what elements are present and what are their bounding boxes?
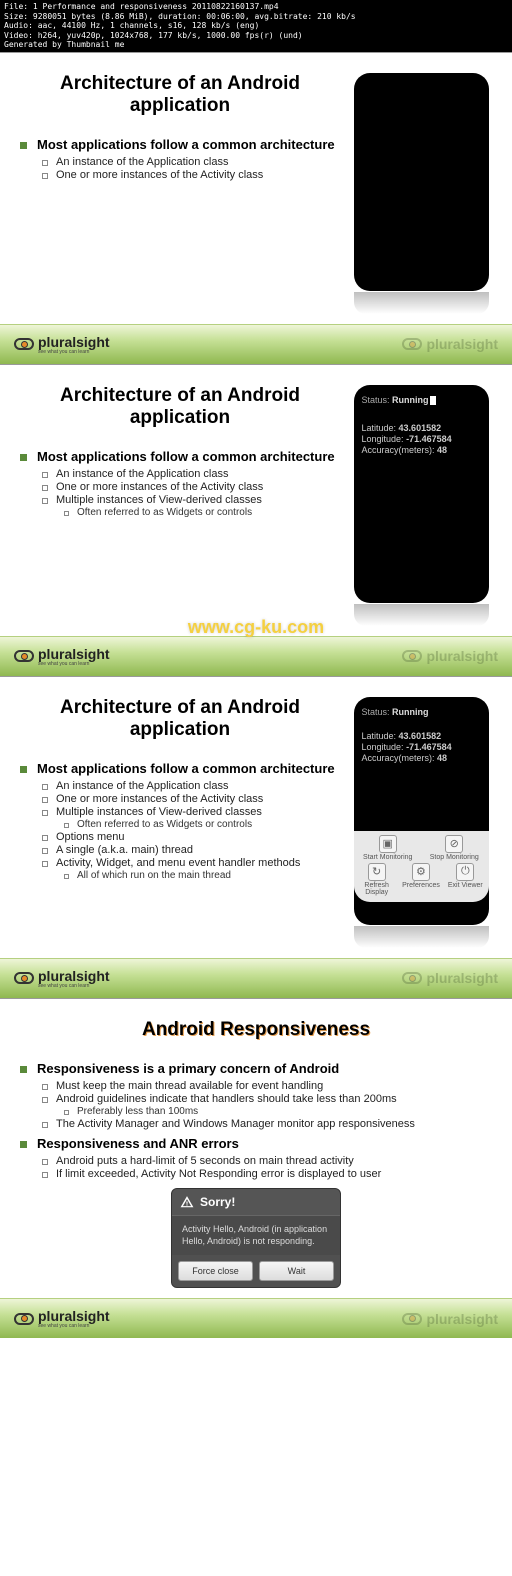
bullet-main: Responsiveness is a primary concern of A… [20,1061,492,1076]
dialog-body: Activity Hello, Android (in application … [172,1216,340,1255]
device-status: Status: Running [362,395,481,405]
slide-title: Android Responsiveness [20,1019,492,1041]
dialog-header: Sorry! [172,1189,340,1216]
bullet-sub: An instance of the Application class [42,468,340,480]
device-lon: Longitude: -71.467584 [362,742,481,752]
bullet-main: Most applications follow a common archit… [20,137,340,152]
wait-button[interactable]: Wait [259,1261,334,1281]
slide-3: Architecture of an Android application M… [0,676,512,998]
bullet-sub: One or more instances of the Activity cl… [42,481,340,493]
slide-2: Architecture of an Android application M… [0,364,512,676]
warning-icon [180,1195,194,1209]
bullet-sub2: All of which run on the main thread [64,870,340,881]
bullet-sub: The Activity Manager and Windows Manager… [42,1118,492,1130]
meta-file: File: 1 Performance and responsiveness 2… [4,2,508,12]
eye-icon [402,338,422,350]
slide-4: Android Responsiveness Responsiveness is… [0,998,512,1338]
device-mockup-running: Status: Running Latitude: 43.601582 Long… [354,385,489,603]
anr-dialog: Sorry! Activity Hello, Android (in appli… [171,1188,341,1288]
stop-icon: ⊘ [445,835,463,853]
device-lon: Longitude: -71.467584 [362,434,481,444]
bullet-main: Responsiveness and ANR errors [20,1136,492,1151]
bullet-sub: Must keep the main thread available for … [42,1080,492,1092]
bullet-sub: An instance of the Application class [42,156,340,168]
meta-video: Video: h264, yuv420p, 1024x768, 177 kb/s… [4,31,508,41]
file-metadata-header: File: 1 Performance and responsiveness 2… [0,0,512,52]
device-reflection [354,926,489,948]
slide-1: Architecture of an Android application M… [0,52,512,364]
bullet-main: Most applications follow a common archit… [20,449,340,464]
meta-size: Size: 9280051 bytes (8.86 MiB), duration… [4,12,508,22]
refresh-icon: ↻ [368,863,386,881]
bullet-sub: Multiple instances of View-derived class… [42,806,340,818]
brand-watermark: pluralsight [402,970,498,986]
bullet-sub2: Often referred to as Widgets or controls [64,819,340,830]
slide-title: Architecture of an Android application [20,385,340,429]
bullet-sub: Android puts a hard-limit of 5 seconds o… [42,1155,492,1167]
eye-icon [14,650,34,662]
bullet-sub2: Preferably less than 100ms [64,1106,492,1117]
exit-viewer-button[interactable]: ⏻Exit Viewer [444,863,486,896]
eye-icon [14,338,34,350]
slide-footer: pluralsightsee what you can learn plural… [0,324,512,364]
slide-title: Architecture of an Android application [20,697,340,741]
meta-audio: Audio: aac, 44100 Hz, 1 channels, s16, 1… [4,21,508,31]
gear-icon: ⚙ [412,863,430,881]
power-icon: ⏻ [456,863,474,881]
bullet-sub: A single (a.k.a. main) thread [42,844,340,856]
bullet-sub: One or more instances of the Activity cl… [42,169,340,181]
device-lat: Latitude: 43.601582 [362,731,481,741]
slide-footer: pluralsightsee what you can learn plural… [0,636,512,676]
device-status: Status: Running [362,707,481,717]
force-close-button[interactable]: Force close [178,1261,253,1281]
eye-icon [14,972,34,984]
device-reflection [354,292,489,314]
brand-watermark: pluralsight [402,1311,498,1327]
cursor-icon [430,396,436,405]
device-mockup-blank [354,73,489,291]
brand-logo: pluralsightsee what you can learn [14,968,110,989]
bullet-sub: If limit exceeded, Activity Not Respondi… [42,1168,492,1180]
bullet-sub: One or more instances of the Activity cl… [42,793,340,805]
bullet-sub: Android guidelines indicate that handler… [42,1093,492,1105]
slide-footer: pluralsightsee what you can learn plural… [0,958,512,998]
bullet-sub2: Often referred to as Widgets or controls [64,507,340,518]
start-monitoring-button[interactable]: ▣Start Monitoring [356,835,421,861]
device-mockup-menu: Status: Running Latitude: 43.601582 Long… [354,697,489,925]
device-lat: Latitude: 43.601582 [362,423,481,433]
device-acc: Accuracy(meters): 48 [362,753,481,763]
bullet-sub: Activity, Widget, and menu event handler… [42,857,340,869]
bullet-sub: Multiple instances of View-derived class… [42,494,340,506]
slide-title: Architecture of an Android application [20,73,340,117]
refresh-display-button[interactable]: ↻Refresh Display [356,863,398,896]
slide-footer: pluralsightsee what you can learn plural… [0,1298,512,1338]
brand-logo: pluralsightsee what you can learn [14,1308,110,1329]
preferences-button[interactable]: ⚙Preferences [400,863,442,896]
brand-watermark: pluralsight [402,336,498,352]
device-acc: Accuracy(meters): 48 [362,445,481,455]
stop-monitoring-button[interactable]: ⊘Stop Monitoring [422,835,487,861]
eye-icon [402,650,422,662]
play-icon: ▣ [379,835,397,853]
eye-icon [402,1313,422,1325]
meta-generator: Generated by Thumbnail me [4,40,508,50]
brand-watermark: pluralsight [402,648,498,664]
bullet-sub: An instance of the Application class [42,780,340,792]
bullet-sub: Options menu [42,831,340,843]
brand-logo: pluralsightsee what you can learn [14,334,110,355]
bullet-main: Most applications follow a common archit… [20,761,340,776]
device-reflection [354,604,489,626]
brand-logo: pluralsightsee what you can learn [14,646,110,667]
eye-icon [402,972,422,984]
eye-icon [14,1313,34,1325]
